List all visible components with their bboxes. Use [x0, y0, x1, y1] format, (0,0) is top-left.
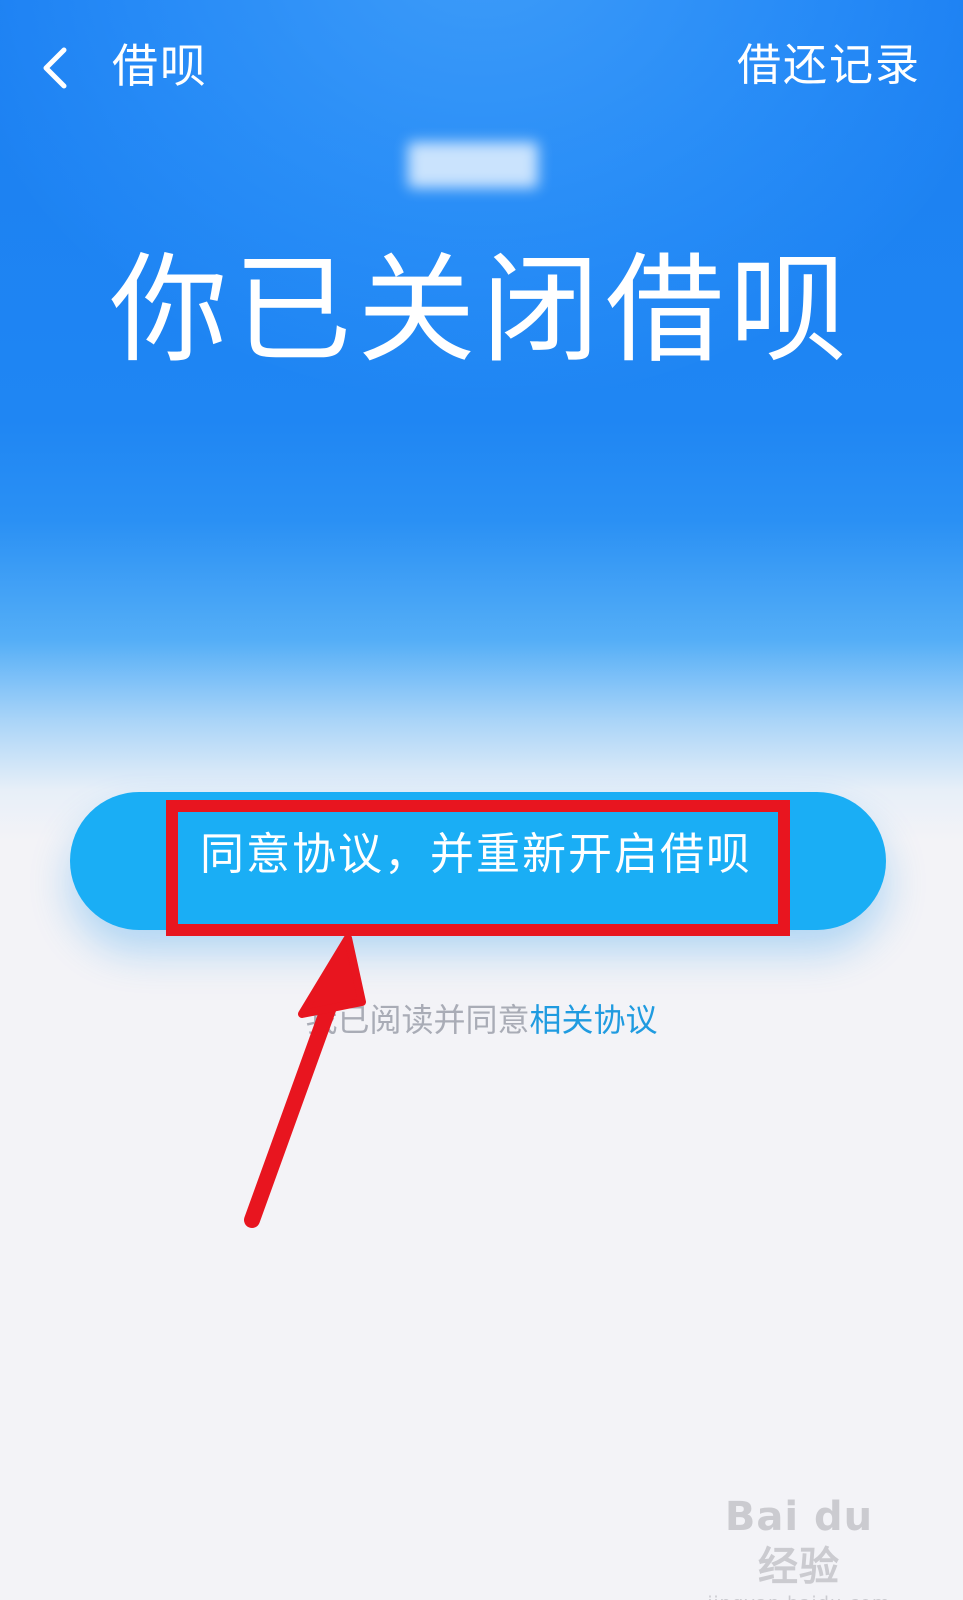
watermark-url: jingyan.baidu.com — [699, 1592, 899, 1600]
chevron-left-icon — [43, 47, 67, 89]
borrow-repay-records-link[interactable]: 借还记录 — [737, 36, 921, 96]
baidu-jingyan-watermark: Bai du 经验 jingyan.baidu.com — [699, 1492, 899, 1600]
navigation-bar: 借呗 借还记录 — [0, 0, 963, 130]
back-button[interactable] — [30, 40, 86, 96]
agreement-link[interactable]: 相关协议 — [530, 1001, 658, 1039]
agree-and-reopen-button[interactable] — [70, 792, 886, 930]
redacted-user-name — [408, 142, 538, 188]
agreement-prefix: 我已阅读并同意 — [305, 1001, 530, 1039]
status-headline: 你已关闭借呗 — [109, 241, 854, 379]
agreement-text: 我已阅读并同意相关协议 — [0, 996, 963, 1044]
watermark-logo: Bai du 经验 — [724, 1494, 874, 1590]
red-arrow-icon — [244, 934, 366, 1228]
page-title: 借呗 — [112, 39, 208, 93]
screen: 借呗 借还记录 你已关闭借呗 同意协议，并重新开启借呗 我已阅读并同意相关协议 … — [0, 0, 963, 1600]
